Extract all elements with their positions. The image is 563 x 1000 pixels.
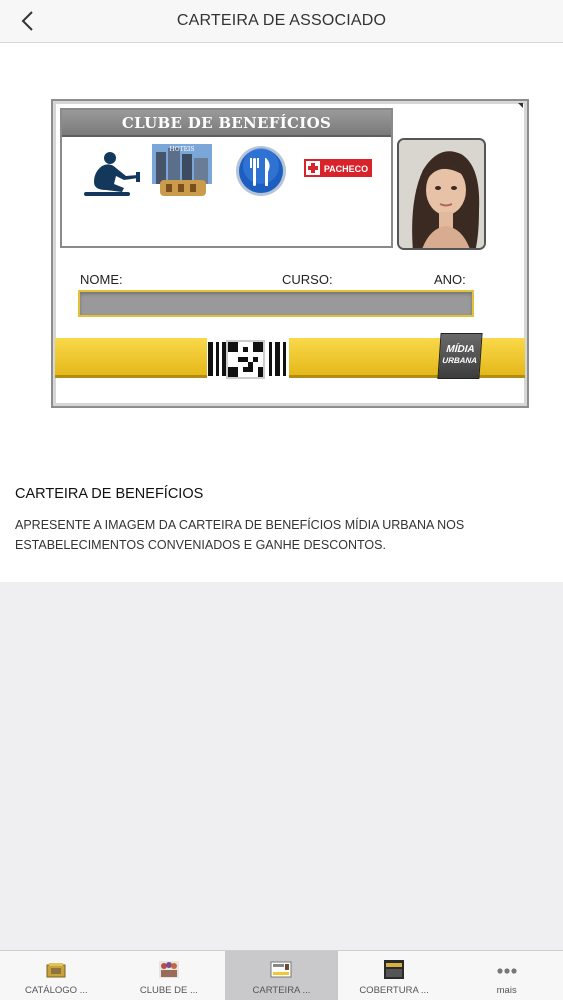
tab-catalogo[interactable]: CATÁLOGO ... [0,951,113,1000]
catalog-icon [46,963,66,978]
hotels-logo-text: HOTEIS [169,146,194,153]
description-title: CARTEIRA DE BENEFÍCIOS [15,486,204,502]
card-corner-mark [518,103,523,108]
club-icon [158,961,179,978]
midia-logo-line1: MÍDIA [445,344,476,355]
hotels-logo-icon: HOTEIS [152,144,212,196]
tab-label: COBERTURA ... [359,985,429,996]
card-stripe-left [55,338,207,378]
tab-label: CARTEIRA ... [252,985,311,996]
tab-clube[interactable]: CLUBE DE ... [113,951,226,1000]
more-icon [497,968,517,974]
card-stripe-right [289,338,525,378]
pacheco-logo-text: PACHECO [324,164,368,174]
membership-card-image: CLUBE DE BENEFÍCIOS HOTEIS PACHECO NOME:… [51,99,529,408]
tab-carteira[interactable]: CARTEIRA ... [225,951,338,1000]
top-nav-bar: CARTEIRA DE ASSOCIADO [0,0,563,43]
name-label: NOME: [80,272,123,287]
member-photo [397,138,486,250]
barcode-right [269,342,286,376]
restaurant-fork-knife-icon [236,146,286,196]
year-label: ANO: [434,272,466,287]
barcode-left [208,342,227,376]
tab-mais[interactable]: mais [450,951,563,1000]
midia-logo-line2: URBANA [442,356,478,365]
member-info-bar [78,290,474,317]
course-label: CURSO: [282,272,333,287]
club-title: CLUBE DE BENEFÍCIOS [62,110,391,137]
pacheco-pharmacy-logo-icon: PACHECO [304,159,372,177]
bottom-tab-bar: CATÁLOGO ... CLUBE DE ... CARTEIRA ... C… [0,950,563,1000]
page-title: CARTEIRA DE ASSOCIADO [176,12,387,29]
coverage-icon [384,960,405,979]
gym-rowing-icon [84,152,140,196]
club-benefits-box: CLUBE DE BENEFÍCIOS HOTEIS PACHECO [60,108,393,248]
midia-urbana-logo: MÍDIA URBANA [437,333,483,379]
tab-cobertura[interactable]: COBERTURA ... [338,951,451,1000]
card-icon [270,961,292,978]
qr-code-icon [226,340,265,379]
main-content: CLUBE DE BENEFÍCIOS HOTEIS PACHECO NOME:… [0,43,563,582]
tab-label: CATÁLOGO ... [24,985,88,996]
description-text: APRESENTE A IMAGEM DA CARTEIRA DE BENEFÍ… [15,518,465,552]
tab-label: CLUBE DE ... [139,985,198,996]
tab-label: mais [496,985,517,996]
member-portrait-image [399,140,484,248]
